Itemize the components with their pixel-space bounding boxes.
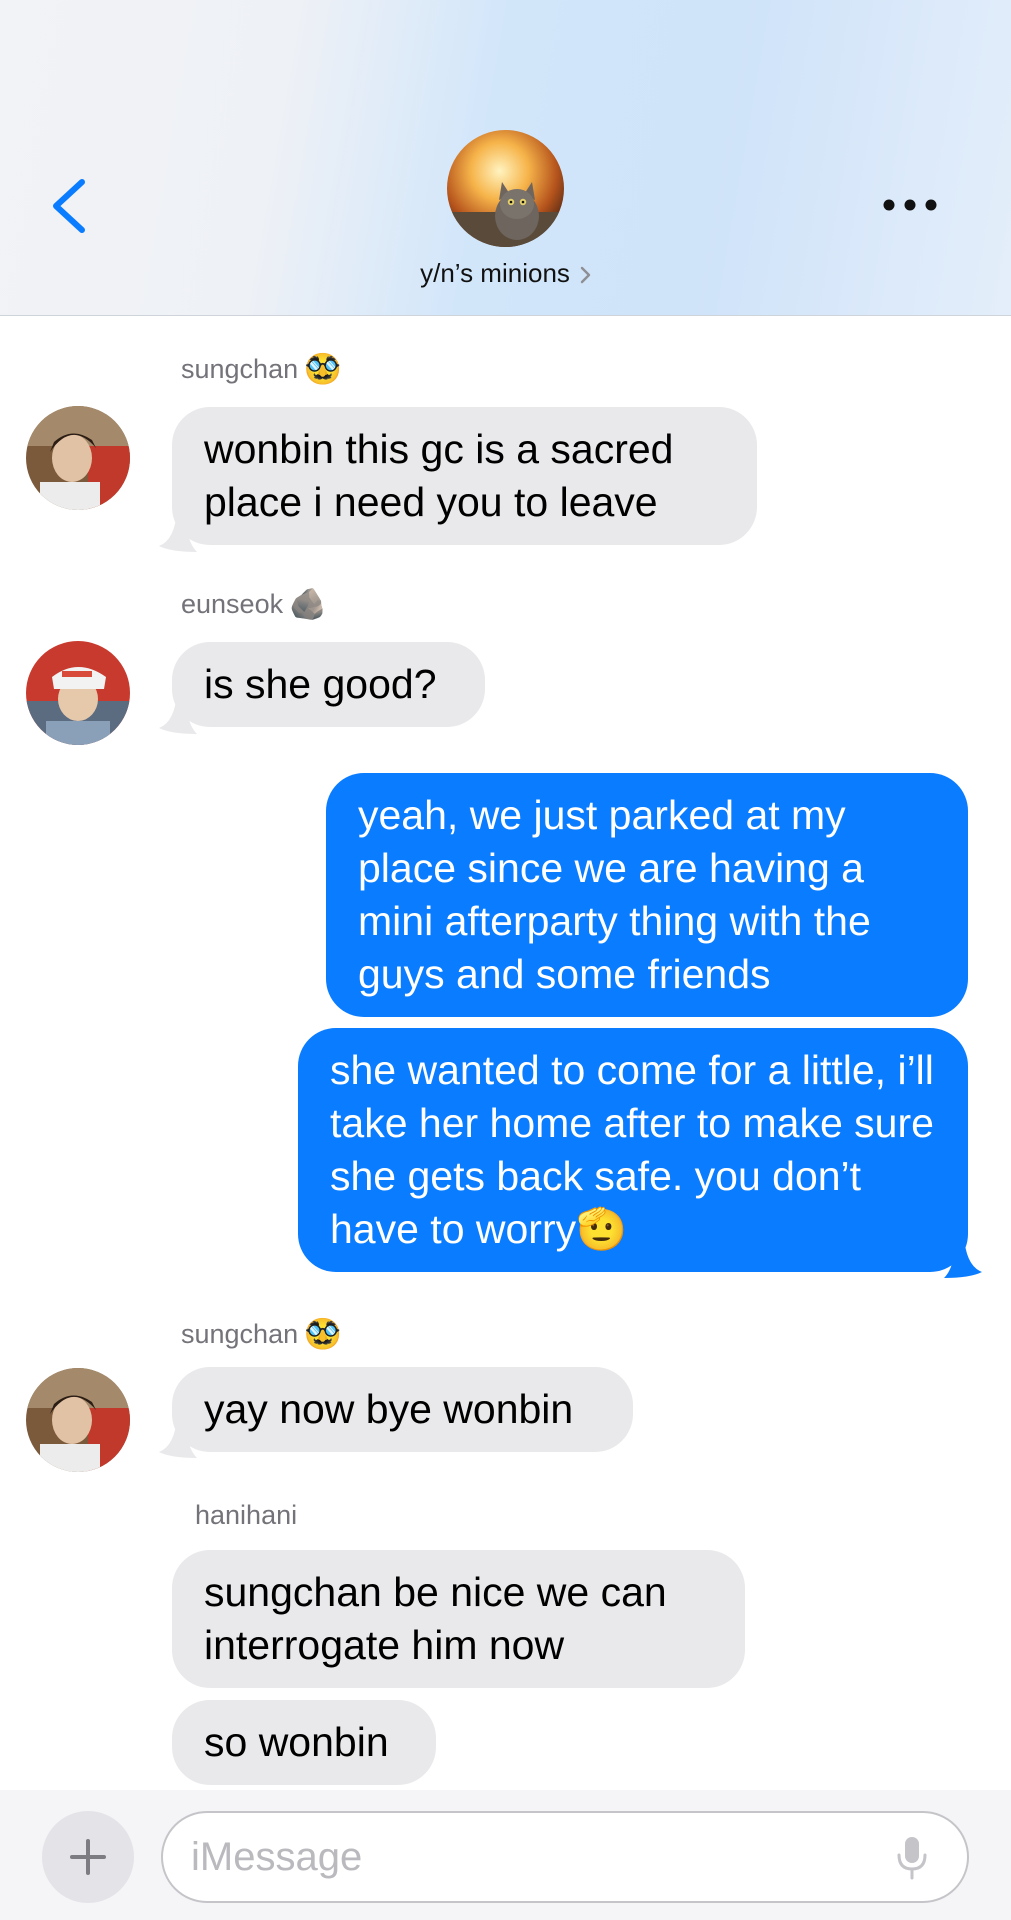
sender-name: hanihani — [195, 1500, 298, 1530]
group-name-link[interactable]: y/n’s minions — [0, 258, 1011, 289]
message-text: is she good? — [204, 661, 437, 707]
message-bubble-incoming[interactable]: so wonbin — [172, 1700, 436, 1785]
message-bubble-incoming[interactable]: yay now bye wonbin — [172, 1367, 633, 1452]
sender-name: eunseok — [181, 589, 284, 619]
plus-icon — [70, 1839, 106, 1875]
conversation-header: y/n’s minions — [0, 0, 1011, 316]
message-text: so wonbin — [204, 1719, 389, 1765]
sender-name: sungchan — [181, 1319, 299, 1349]
message-bubble-incoming[interactable]: wonbin this gc is a sacred place i need … — [172, 407, 757, 545]
avatar[interactable] — [26, 1368, 130, 1472]
group-avatar[interactable] — [447, 130, 564, 247]
message-bubble-incoming[interactable]: sungchan be nice we can interrogate him … — [172, 1550, 745, 1688]
sender-emoji: 🥸 — [304, 353, 342, 386]
sender-label: hanihani — [195, 1500, 297, 1531]
more-options-icon[interactable] — [880, 190, 940, 220]
chevron-right-icon — [580, 266, 591, 284]
person-photo-icon — [26, 1368, 130, 1472]
message-text: yay now bye wonbin — [204, 1386, 574, 1432]
sender-label: eunseok 🪨 — [181, 587, 326, 622]
message-text: she wanted to come for a little, i’ll ta… — [330, 1047, 934, 1252]
message-text: sungchan be nice we can interrogate him … — [204, 1569, 667, 1668]
message-input[interactable] — [161, 1811, 969, 1903]
sender-label: sungchan 🥸 — [181, 1317, 341, 1352]
message-bubble-outgoing[interactable]: yeah, we just parked at my place since w… — [326, 773, 968, 1017]
avatar[interactable] — [26, 641, 130, 745]
message-text: yeah, we just parked at my place since w… — [358, 792, 871, 997]
back-chevron-icon[interactable] — [46, 176, 94, 236]
sender-name: sungchan — [181, 354, 299, 384]
sender-emoji: 🪨 — [289, 588, 327, 621]
cat-explosion-icon — [447, 130, 564, 247]
message-text: wonbin this gc is a sacred place i need … — [204, 426, 674, 525]
person-photo-icon — [26, 406, 130, 510]
group-name: y/n’s minions — [420, 258, 570, 288]
sender-label: sungchan 🥸 — [181, 352, 341, 387]
person-photo-icon — [26, 641, 130, 745]
message-bubble-outgoing[interactable]: she wanted to come for a little, i’ll ta… — [298, 1028, 968, 1272]
avatar[interactable] — [26, 406, 130, 510]
microphone-icon[interactable] — [895, 1835, 929, 1881]
add-attachment-button[interactable] — [42, 1811, 134, 1903]
message-bubble-incoming[interactable]: is she good? — [172, 642, 485, 727]
sender-emoji: 🥸 — [304, 1318, 342, 1351]
